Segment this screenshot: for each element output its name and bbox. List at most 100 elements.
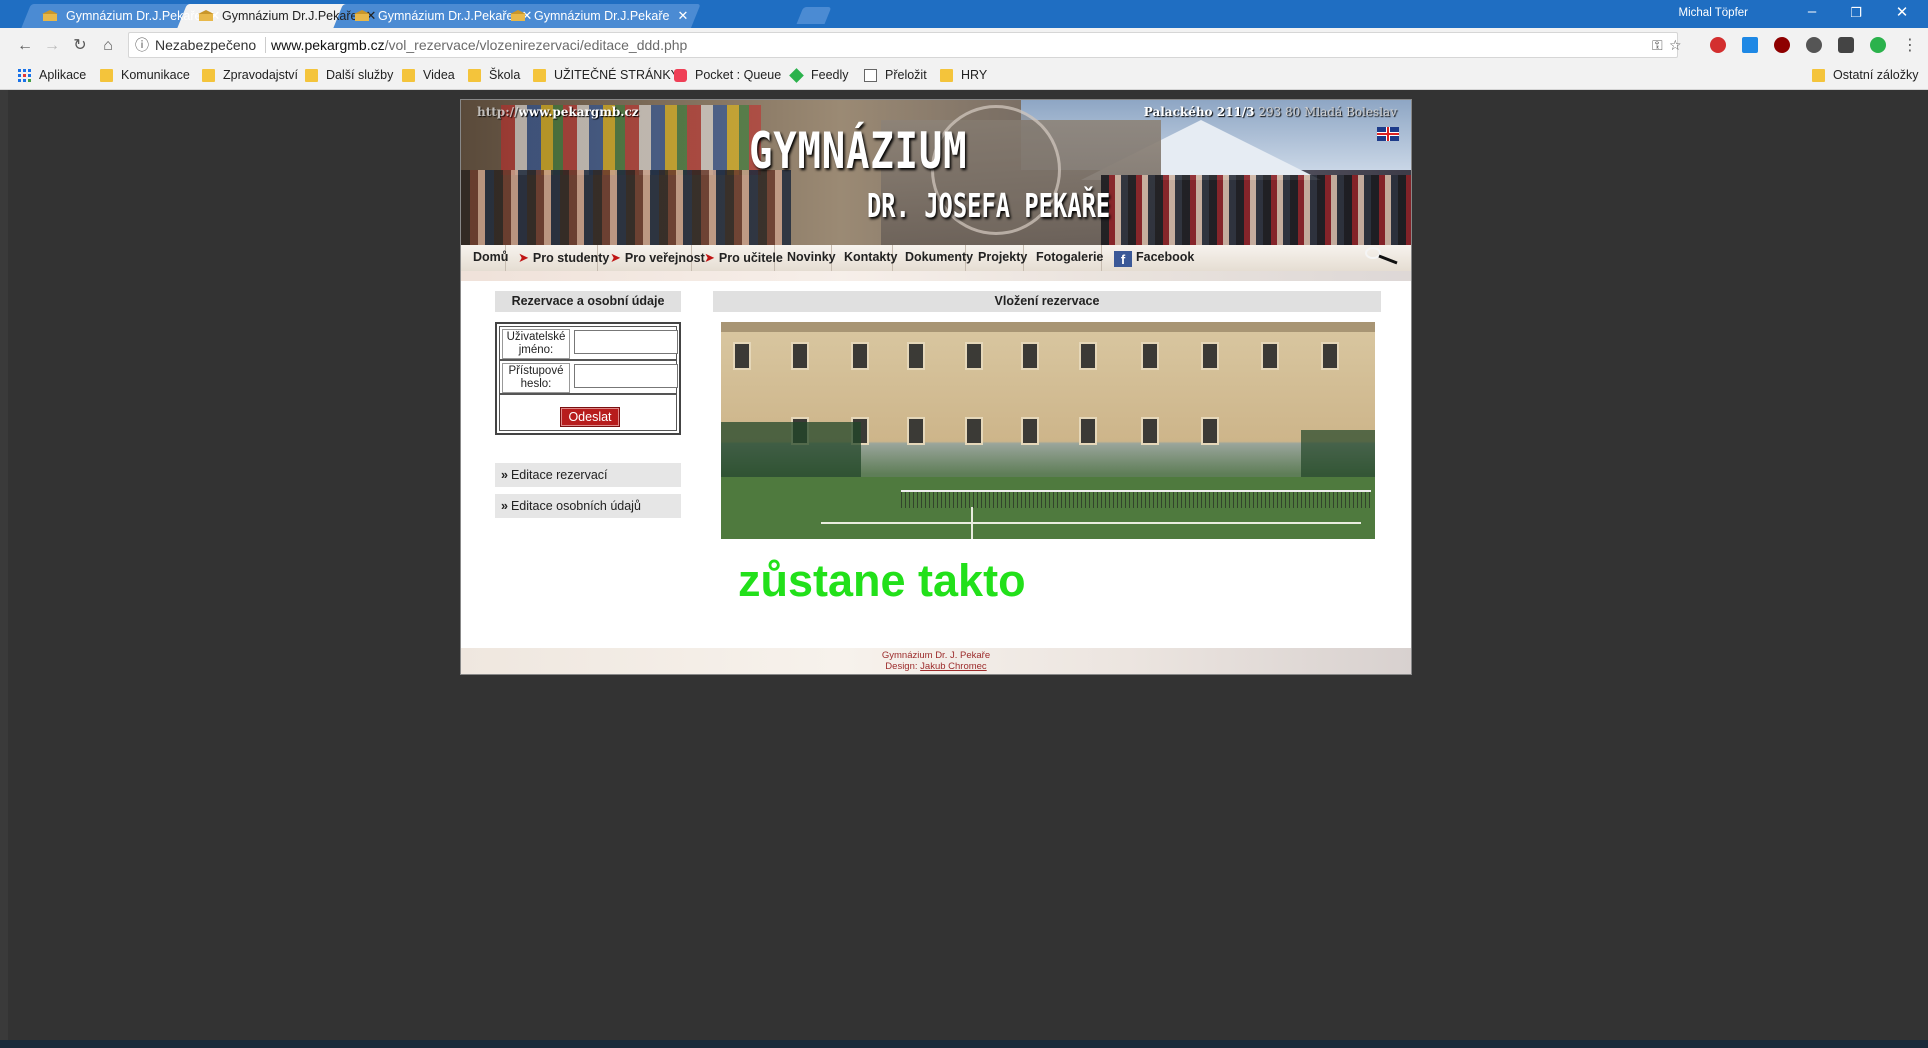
page-icon [864, 68, 877, 82]
tab-title: Gymnázium Dr.J.Pekaře [66, 9, 202, 23]
left-edge [0, 90, 8, 1048]
folder-icon [305, 68, 318, 82]
bookmark-zpravodajstvi[interactable]: Zpravodajství [202, 68, 298, 82]
info-icon[interactable]: ⓘ [135, 33, 149, 57]
back-icon[interactable]: ← [15, 36, 35, 56]
folder-icon [402, 68, 415, 82]
menu-item-dokumenty[interactable]: Dokumenty [893, 245, 973, 271]
address-bar[interactable]: ⓘ Nezabezpečeno www.pekargmb.cz/vol_reze… [128, 32, 1682, 58]
tab-title: Gymnázium Dr.J.Pekaře [534, 9, 670, 23]
extension-icon[interactable] [1806, 37, 1822, 53]
bookmark-komunikace[interactable]: Komunikace [100, 68, 190, 82]
home-icon[interactable]: ⌂ [98, 36, 118, 56]
site-banner: http://www.pekargmb.cz Palackého 211/3 2… [461, 100, 1411, 245]
bookmark-aplikace[interactable]: Aplikace [18, 68, 86, 82]
status-message: zůstane takto [738, 555, 1026, 606]
site-container: http://www.pekargmb.cz Palackého 211/3 2… [460, 99, 1412, 675]
menu-item-pro-studenty[interactable]: ➤ Pro studenty [506, 245, 609, 271]
feedly-extension-icon[interactable] [1870, 37, 1886, 53]
browser-profile-name[interactable]: Michal Töpfer [1679, 7, 1748, 19]
school-favicon-icon [354, 10, 370, 22]
key-icon[interactable]: ⚿ [1652, 33, 1663, 57]
reload-icon[interactable]: ↻ [70, 36, 90, 56]
page-viewport: http://www.pekargmb.cz Palackého 211/3 2… [8, 90, 1928, 1048]
bookmark-feedly[interactable]: Feedly [789, 67, 849, 83]
sidebar-title: Rezervace a osobní údaje [495, 291, 681, 312]
arrow-icon: ➤ [704, 250, 715, 265]
browser-toolbar: ← → ↻ ⌂ ⓘ Nezabezpečeno www.pekargmb.cz/… [0, 28, 1928, 62]
magnifier-search-icon[interactable] [1363, 245, 1403, 265]
menu-item-pro-verejnost[interactable]: ➤ Pro veřejnost [598, 245, 705, 271]
main-title: Vložení rezervace [713, 291, 1381, 312]
restore-icon[interactable]: ❐ [1846, 5, 1866, 21]
main-menu: Domů ➤ Pro studenty ➤ Pro veřejnost ➤ Pro u… [461, 245, 1411, 271]
bookmark-other[interactable]: Ostatní záložky [1812, 68, 1918, 82]
double-arrow-icon: » [501, 468, 508, 482]
new-tab-button[interactable] [796, 7, 832, 24]
bookmark-uzitecne-stranky[interactable]: UŽITEČNÉ STRÁNKY [533, 68, 679, 82]
students-photo-left [461, 170, 791, 245]
bookmark-hry[interactable]: HRY [940, 68, 987, 82]
folder-icon [468, 68, 481, 82]
security-label: Nezabezpečeno [155, 37, 257, 53]
submit-button[interactable]: Odeslat [560, 407, 620, 427]
forward-icon[interactable]: → [42, 36, 62, 56]
menu-item-novinky[interactable]: Novinky [775, 245, 836, 271]
facebook-icon: f [1114, 251, 1132, 267]
bookmark-prelozit[interactable]: Přeložit [864, 68, 927, 82]
school-building-photo [721, 322, 1375, 539]
link-editace-osobnich-udaju[interactable]: » Editace osobních údajů [495, 494, 681, 518]
folder-icon [202, 68, 215, 82]
site-url-label: http://www.pekargmb.cz [477, 105, 639, 119]
menu-item-domu[interactable]: Domů [461, 245, 508, 271]
password-input[interactable] [574, 364, 678, 388]
url-text[interactable]: www.pekargmb.cz/vol_rezervace/vlozenirez… [271, 33, 687, 57]
close-window-icon[interactable]: ✕ [1892, 3, 1912, 21]
browser-titlebar: Gymnázium Dr.J.Pekaře ✕ Gymnázium Dr.J.P… [0, 0, 1928, 28]
folder-icon [100, 68, 113, 82]
logo-title: GYMNÁZIUM [749, 122, 968, 180]
star-icon[interactable]: ☆ [1669, 33, 1682, 57]
school-favicon-icon [198, 10, 214, 22]
logo-subtitle: DR. JOSEFA PEKAŘE [867, 186, 1111, 225]
ublock-extension-icon[interactable] [1710, 37, 1726, 53]
password-row: Přístupové heslo: [499, 360, 678, 394]
menu-dots-icon[interactable]: ⋮ [1900, 36, 1920, 56]
menu-item-kontakty[interactable]: Kontakty [832, 245, 897, 271]
password-label: Přístupové heslo: [502, 363, 570, 393]
folder-icon [1812, 68, 1825, 82]
bookmarks-bar: Aplikace Komunikace Zpravodajství Další … [0, 62, 1928, 90]
link-editace-rezervaci[interactable]: » Editace rezervací [495, 463, 681, 487]
designer-link[interactable]: Jakub Chromec [920, 661, 987, 672]
site-address-label: Palackého 211/3 293 80 Mladá Boleslav [1143, 105, 1397, 119]
bookmark-videa[interactable]: Videa [402, 68, 455, 82]
folder-icon [533, 68, 546, 82]
english-flag-icon[interactable] [1377, 127, 1399, 141]
ublock-origin-icon[interactable] [1774, 37, 1790, 53]
feedly-icon [789, 67, 804, 83]
bookmark-dalsi-sluzby[interactable]: Další služby [305, 68, 393, 82]
menu-item-projekty[interactable]: Projekty [966, 245, 1027, 271]
bookmark-pocket[interactable]: Pocket : Queue [674, 68, 781, 82]
footer-school-name: Gymnázium Dr. J. Pekaře [881, 650, 991, 661]
double-arrow-icon: » [501, 499, 508, 513]
tab-title: Gymnázium Dr.J.Pekaře [222, 9, 358, 23]
menu-item-pro-ucitele[interactable]: ➤ Pro učitele [692, 245, 783, 271]
menu-item-facebook[interactable]: f Facebook [1102, 245, 1194, 271]
site-footer: Gymnázium Dr. J. Pekaře Design: Jakub Ch… [461, 648, 1411, 674]
school-favicon-icon [42, 10, 58, 22]
os-taskbar-edge [0, 1040, 1928, 1048]
username-row: Uživatelské jméno: [499, 326, 678, 360]
arrow-icon: ➤ [518, 250, 529, 265]
submit-row: Odeslat [499, 394, 677, 431]
menu-item-fotogalerie[interactable]: Fotogalerie [1024, 245, 1103, 271]
mail-extension-icon[interactable] [1742, 37, 1758, 53]
bookmark-skola[interactable]: Škola [468, 68, 520, 82]
minimize-icon[interactable]: – [1802, 3, 1822, 20]
pocket-extension-icon[interactable] [1838, 37, 1854, 53]
username-input[interactable] [574, 330, 678, 354]
tab-title: Gymnázium Dr.J.Pekaře [378, 9, 514, 23]
close-tab-icon[interactable]: ✕ [676, 8, 690, 24]
username-label: Uživatelské jméno: [502, 329, 570, 359]
arrow-icon: ➤ [610, 250, 621, 265]
